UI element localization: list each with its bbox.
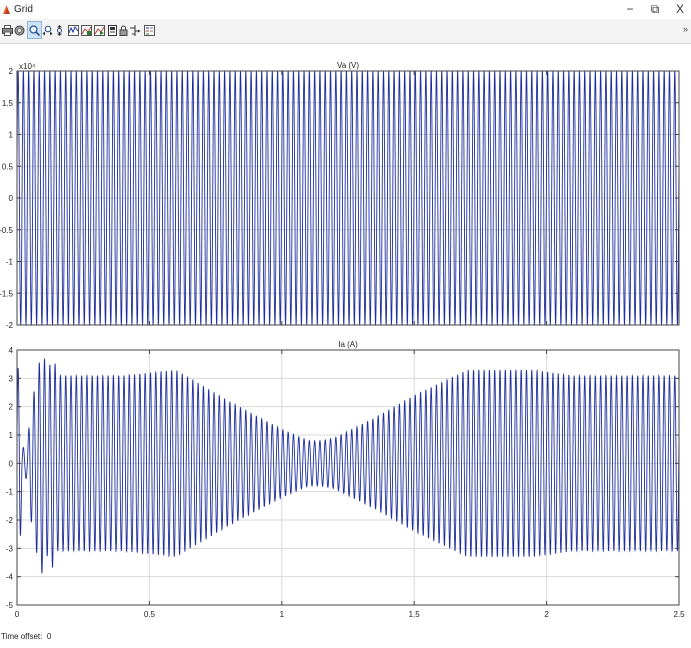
scope-axes-2: 0 0.5 1 1.5 2 2.5 -5 -4 -3 -2 -1 0 1 2 3 4 Ia (A) xyxy=(6,340,685,619)
y-tick-label: 2 xyxy=(9,403,14,412)
restore-axes-button[interactable] xyxy=(93,22,106,38)
save-axes-button[interactable] xyxy=(80,22,93,38)
title-bar: Grid − ⧉ X xyxy=(0,0,691,19)
y-tick-label: -5 xyxy=(6,601,14,610)
save-axes-icon xyxy=(81,24,92,36)
zoom-x-icon xyxy=(42,25,53,35)
y-tick-label: -2 xyxy=(6,321,14,330)
lock-axes-icon xyxy=(119,25,128,36)
y-tick-label: 1 xyxy=(9,131,14,140)
time-offset-value: 0 xyxy=(46,632,52,641)
x-tick-label: 1 xyxy=(280,610,285,619)
x-tick-label: 2.5 xyxy=(673,610,685,619)
y-tick-label: 0 xyxy=(9,194,14,203)
y-tick-label: -1 xyxy=(6,488,14,497)
restore-axes-icon xyxy=(94,24,105,36)
toolbar-overflow-icon[interactable]: » xyxy=(683,24,688,34)
scope-axes-1: -2 -1.5 -1 -0.5 0 0.5 1 1.5 2 Va (V) x10⁴ xyxy=(0,61,680,330)
x-tick-label: 0.5 xyxy=(144,610,156,619)
legend-button[interactable] xyxy=(143,22,156,38)
y-tick-label: 0 xyxy=(9,459,14,468)
y-tick-label: -0.5 xyxy=(0,226,14,235)
y-tick-label: 1.5 xyxy=(2,99,14,108)
scope-plot-area: -2 -1.5 -1 -0.5 0 0.5 1 1.5 2 Va (V) x10⁴ 0 0.5 1 1.5 2… xyxy=(0,61,685,619)
legend-icon xyxy=(144,24,155,36)
plot-title: Ia (A) xyxy=(338,340,358,349)
x-tick-label: 2 xyxy=(544,610,549,619)
minimize-button[interactable]: − xyxy=(620,1,640,17)
y-tick-label: 2 xyxy=(9,67,14,76)
simulink-app-icon xyxy=(3,5,10,14)
x-tick-label: 0 xyxy=(15,610,20,619)
y-exponent-label: x10⁴ xyxy=(19,62,36,71)
zoom-y-icon xyxy=(57,24,62,36)
y-tick-label: 1 xyxy=(9,431,14,440)
y-tick-label: -1.5 xyxy=(0,289,14,298)
plot-title: Va (V) xyxy=(337,61,359,70)
time-offset-status: Time offset: 0 xyxy=(1,632,51,642)
zoom-in-button[interactable] xyxy=(27,21,42,39)
signal-selection-icon xyxy=(130,24,141,36)
y-tick-label: -4 xyxy=(6,573,14,582)
print-icon xyxy=(2,24,13,36)
y-tick-label: 0.5 xyxy=(2,162,14,171)
close-button[interactable]: X xyxy=(670,1,690,17)
autoscale-button[interactable] xyxy=(67,22,80,38)
parameters-icon xyxy=(14,25,25,35)
scope-toolbar: » xyxy=(0,19,691,44)
autoscale-icon xyxy=(68,24,79,36)
x-tick-label: 1.5 xyxy=(409,610,421,619)
window-title: Grid xyxy=(14,4,33,15)
y-tick-label: -2 xyxy=(6,516,14,525)
restore-button[interactable]: ⧉ xyxy=(645,1,665,17)
signal-selection-button[interactable] xyxy=(129,22,142,38)
zoom-in-icon xyxy=(29,24,40,36)
y-tick-label: -1 xyxy=(6,258,14,267)
y-tick-label: -3 xyxy=(6,544,14,553)
y-tick-label: 3 xyxy=(9,374,14,383)
zoom-y-button[interactable] xyxy=(53,22,66,38)
y-tick-label: 4 xyxy=(9,346,14,355)
time-offset-label: Time offset: xyxy=(1,632,43,641)
parameters-button[interactable] xyxy=(13,22,26,38)
